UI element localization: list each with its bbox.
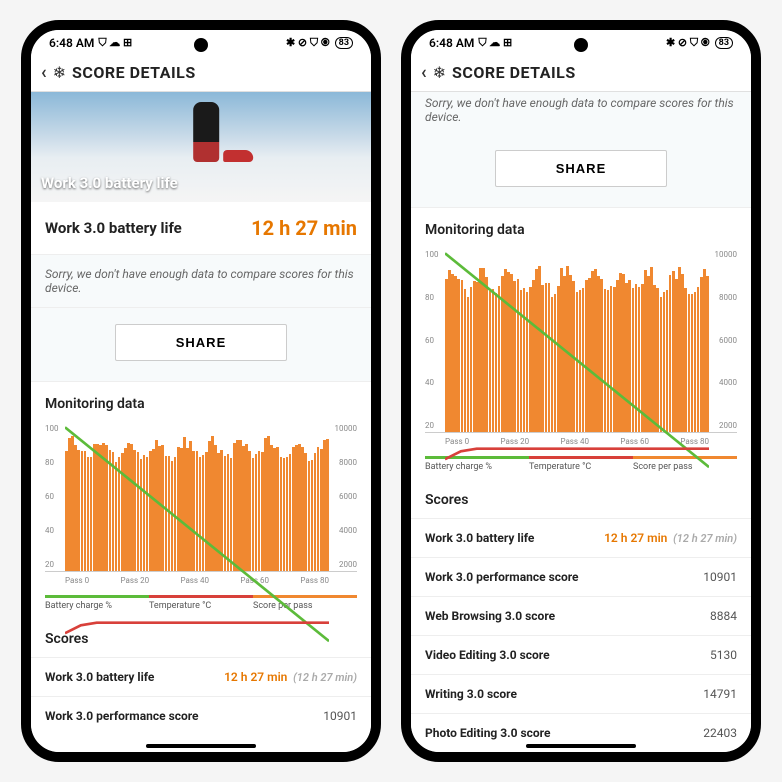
y-axis-right: 100008000600040002000 (335, 422, 357, 571)
score-row: Web Browsing 3.0 score 8884 (411, 596, 751, 635)
legend-temperature: Temperature °C (149, 595, 253, 611)
status-left-icons: ⛉ ☁ ⊞ (98, 36, 132, 50)
y-axis-left: 10080604020 (425, 248, 439, 432)
back-icon[interactable]: ‹ (41, 62, 47, 83)
score-row-value: 14791 (703, 687, 737, 701)
score-row-value: 5130 (710, 648, 737, 662)
score-row-label: Work 3.0 performance score (45, 709, 199, 723)
chart-legend: Battery charge % Temperature °C Score pe… (45, 595, 357, 611)
battery-indicator: 83 (715, 37, 733, 49)
status-time: 6:48 AM (429, 36, 474, 50)
chart-bar (706, 276, 709, 432)
score-row-value: 10901 (703, 570, 737, 584)
main-score-label: Work 3.0 battery life (45, 219, 182, 237)
score-row-value: 12 h 27 min (12 h 27 min) (604, 531, 737, 545)
snowflake-icon: ❄ (53, 63, 66, 82)
status-right-icons: ✱ ⊘ ⛉ ⦿ (286, 36, 330, 50)
scores-table: Work 3.0 battery life 12 h 27 min (12 h 2… (411, 518, 751, 752)
page-title: SCORE DETAILS (452, 63, 576, 82)
score-row-label: Photo Editing 3.0 score (425, 726, 550, 740)
scroll-content[interactable]: Sorry, we don't have enough data to comp… (411, 92, 751, 752)
battery-indicator: 83 (335, 37, 353, 49)
share-row: SHARE (411, 134, 751, 208)
home-indicator[interactable] (526, 744, 636, 748)
score-row: Work 3.0 battery life 12 h 27 min (12 h 2… (411, 518, 751, 557)
score-row-label: Video Editing 3.0 score (425, 648, 550, 662)
score-row: Writing 3.0 score 14791 (411, 674, 751, 713)
phone-left: 6:48 AM ⛉ ☁ ⊞ ✱ ⊘ ⛉ ⦿ 83 ‹ ❄ SCORE DETAI… (21, 20, 381, 762)
x-axis: Pass 0Pass 20Pass 40Pass 60Pass 80 (45, 572, 357, 585)
status-time: 6:48 AM (49, 36, 94, 50)
monitoring-chart: 10080604020 100008000600040002000 Pass 0… (45, 422, 357, 585)
comparison-notice: Sorry, we don't have enough data to comp… (31, 255, 371, 308)
chart-bar (326, 439, 329, 571)
status-left-icons: ⛉ ☁ ⊞ (478, 36, 512, 50)
legend-score: Score per pass (253, 595, 357, 611)
hero-title: Work 3.0 battery life (41, 174, 178, 192)
camera-notch (574, 38, 588, 52)
comparison-notice-truncated: Sorry, we don't have enough data to comp… (411, 92, 751, 134)
y-axis-left: 10080604020 (45, 422, 59, 571)
status-right-icons: ✱ ⊘ ⛉ ⦿ (666, 36, 710, 50)
scores-title: Scores (31, 617, 371, 657)
snowflake-icon: ❄ (433, 63, 446, 82)
legend-score: Score per pass (633, 456, 737, 472)
chart-legend: Battery charge % Temperature °C Score pe… (425, 456, 737, 472)
page-title: SCORE DETAILS (72, 63, 196, 82)
app-header: ‹ ❄ SCORE DETAILS (31, 54, 371, 92)
score-row: Work 3.0 battery life 12 h 27 min (12 h 2… (31, 657, 371, 696)
x-axis: Pass 0Pass 20Pass 40Pass 60Pass 80 (425, 433, 737, 446)
main-score-row: Work 3.0 battery life 12 h 27 min (31, 202, 371, 255)
main-score-value: 12 h 27 min (251, 216, 357, 240)
camera-notch (194, 38, 208, 52)
score-row-label: Web Browsing 3.0 score (425, 609, 555, 623)
score-row-label: Writing 3.0 score (425, 687, 517, 701)
score-row-value: 10901 (323, 709, 357, 723)
score-row-label: Work 3.0 performance score (425, 570, 579, 584)
hero-skier-graphic (193, 102, 219, 162)
score-row-value: 12 h 27 min (12 h 27 min) (224, 670, 357, 684)
home-indicator[interactable] (146, 744, 256, 748)
phone-right: 6:48 AM ⛉ ☁ ⊞ ✱ ⊘ ⛉ ⦿ 83 ‹ ❄ SCORE DETAI… (401, 20, 761, 762)
monitoring-title: Monitoring data (411, 208, 751, 248)
monitoring-chart: 10080604020 100008000600040002000 Pass 0… (425, 248, 737, 446)
share-button[interactable]: SHARE (115, 324, 288, 361)
legend-battery: Battery charge % (425, 456, 529, 472)
legend-battery: Battery charge % (45, 595, 149, 611)
monitoring-title: Monitoring data (31, 382, 371, 422)
score-row-value: 8884 (710, 609, 737, 623)
scores-title: Scores (411, 478, 751, 518)
score-row-label: Work 3.0 battery life (425, 531, 534, 545)
y-axis-right: 100008000600040002000 (715, 248, 737, 432)
scores-table: Work 3.0 battery life 12 h 27 min (12 h 2… (31, 657, 371, 735)
score-row: Work 3.0 performance score 10901 (411, 557, 751, 596)
app-header: ‹ ❄ SCORE DETAILS (411, 54, 751, 92)
back-icon[interactable]: ‹ (421, 62, 427, 83)
share-row: SHARE (31, 308, 371, 382)
score-row-value: 22403 (703, 726, 737, 740)
score-row: Work 3.0 performance score 10901 (31, 696, 371, 735)
hero-image: Work 3.0 battery life (31, 92, 371, 202)
score-row-label: Work 3.0 battery life (45, 670, 154, 684)
legend-temperature: Temperature °C (529, 456, 633, 472)
score-row: Video Editing 3.0 score 5130 (411, 635, 751, 674)
scroll-content[interactable]: Work 3.0 battery life Work 3.0 battery l… (31, 92, 371, 752)
share-button[interactable]: SHARE (495, 150, 668, 187)
